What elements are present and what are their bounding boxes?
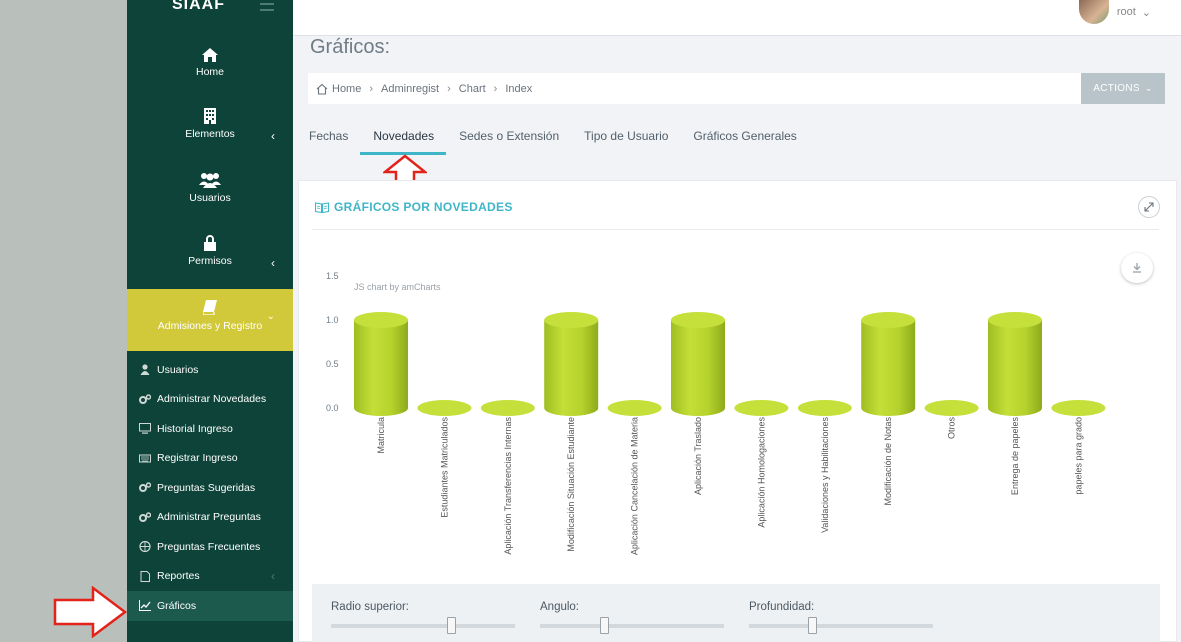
chart-controls: Radio superior: Angulo: Profundidad: [312, 584, 1160, 642]
bar-top [734, 400, 789, 416]
bar[interactable] [988, 312, 1042, 416]
x-tick-label: Matricula [376, 417, 386, 454]
x-tick-label: Aplicación Cancelación de Materia [630, 417, 640, 555]
x-tick-label: Modificación de Notas [883, 417, 893, 506]
bar[interactable] [354, 312, 408, 416]
slider-thumb[interactable] [807, 617, 817, 634]
bar-body [671, 320, 725, 416]
control-label-angulo: Angulo: [540, 601, 580, 613]
bar[interactable] [417, 400, 472, 416]
bar-body [861, 320, 916, 416]
slider-thumb[interactable] [600, 617, 610, 634]
bar-top [544, 312, 599, 328]
sub-item-graficos[interactable]: Gráficos [127, 591, 293, 621]
bar-top [354, 312, 408, 328]
bar-chart: JS chart by amCharts 0.0 0.5 1.0 1.5 Matric… [326, 271, 1106, 556]
bar-top [671, 312, 725, 328]
bar[interactable] [861, 312, 916, 416]
control-label-profundidad: Profundidad: [749, 601, 815, 613]
bar-top [924, 400, 979, 416]
x-tick-label: Entrega de papeles [1010, 417, 1020, 496]
bar-top [861, 312, 916, 328]
slider-radio-superior[interactable] [331, 617, 515, 634]
x-tick-label: Validaciones y Habilitaciones [820, 417, 830, 533]
bar-top [480, 400, 535, 416]
bar[interactable] [607, 400, 662, 416]
bar[interactable] [797, 400, 852, 416]
bar[interactable] [544, 312, 599, 416]
line-chart-icon [139, 600, 151, 612]
bar-top [797, 400, 852, 416]
x-tick-label: Modificación Situación Estudiante [566, 417, 576, 552]
sub-item-label: Gráficos [157, 599, 197, 612]
chart-credit[interactable]: JS chart by amCharts [354, 282, 441, 292]
slider-angulo[interactable] [540, 617, 724, 634]
y-tick-label: 1.5 [326, 271, 339, 281]
x-tick-label: Otros [947, 417, 957, 440]
slider-thumb[interactable] [446, 617, 456, 634]
bar-body [988, 320, 1042, 416]
bar-series [354, 312, 1106, 416]
bar[interactable] [924, 400, 979, 416]
bar[interactable] [1051, 400, 1106, 416]
bar-body [354, 320, 408, 416]
x-tick-label: Estudiantes Matriculados [439, 417, 449, 518]
bar[interactable] [734, 400, 789, 416]
y-tick-label: 1.0 [326, 315, 339, 325]
x-tick-label: Aplicación Homologaciones [756, 417, 766, 528]
bar-top [988, 312, 1042, 328]
bar[interactable] [480, 400, 535, 416]
bar-top [1051, 400, 1106, 416]
slider-profundidad[interactable] [749, 617, 933, 634]
control-label-radio: Radio superior: [331, 601, 409, 613]
bar-top [417, 400, 472, 416]
y-tick-label: 0.5 [326, 359, 339, 369]
bar[interactable] [671, 312, 725, 416]
x-axis-labels: Matricula Estudiantes Matriculados Aplicac… [376, 417, 1083, 556]
y-axis: 0.0 0.5 1.0 1.5 [326, 271, 339, 413]
x-tick-label: Aplicación Traslado [693, 417, 703, 495]
y-tick-label: 0.0 [326, 403, 339, 413]
x-tick-label: papeles para grado [1073, 417, 1083, 495]
bar-top [607, 400, 662, 416]
x-tick-label: Aplicación Transferencias Internas [503, 417, 513, 555]
annotation-arrow-right-icon [53, 586, 127, 638]
bar-body [544, 320, 599, 416]
